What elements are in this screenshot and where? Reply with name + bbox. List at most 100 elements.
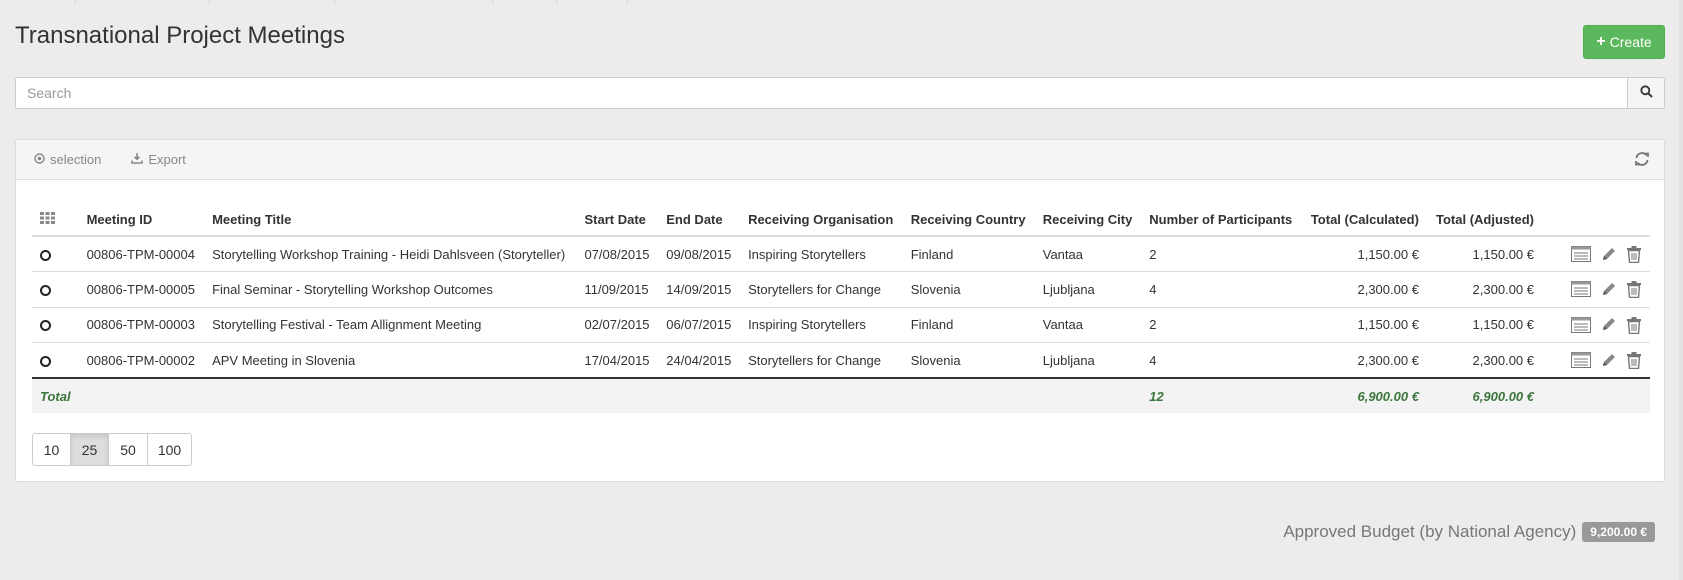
total-calculated: 6,900.00 € [1301, 378, 1427, 413]
row-actions [1542, 342, 1650, 379]
row-select-cell [32, 342, 79, 379]
cell-total-calculated: 1,150.00 € [1301, 307, 1427, 343]
total-label: Total [32, 378, 79, 413]
cell-receiving-organisation: Inspiring Storytellers [740, 307, 903, 343]
cell-receiving-city: Ljubljana [1034, 271, 1142, 308]
cell-total-adjusted: 2,300.00 € [1426, 342, 1542, 379]
approved-budget-badge: 9,200.00 € [1582, 522, 1655, 542]
cell-start-date: 07/08/2015 [576, 236, 659, 272]
table-row[interactable]: 00806-TPM-00002 APV Meeting in Slovenia 17… [32, 342, 1650, 379]
cell-receiving-organisation: Storytellers for Change [740, 271, 903, 308]
column-end-date[interactable]: End Date [658, 203, 741, 237]
table-row[interactable]: 00806-TPM-00003 Storytelling Festival - T… [32, 307, 1650, 343]
column-receiving-city[interactable]: Receiving City [1034, 203, 1142, 237]
search-input[interactable] [15, 77, 1627, 109]
column-total-adjusted[interactable]: Total (Adjusted) [1426, 203, 1542, 237]
cell-meeting-id: 00806-TPM-00003 [78, 307, 205, 343]
row-select-radio[interactable] [40, 355, 51, 367]
pencil-icon[interactable] [1600, 352, 1617, 369]
cell-end-date: 09/08/2015 [658, 236, 741, 272]
search-icon [1639, 85, 1653, 101]
row-select-radio[interactable] [40, 249, 51, 261]
cell-start-date: 02/07/2015 [576, 307, 659, 343]
table-row[interactable]: 00806-TPM-00004 Storytelling Workshop Tra… [32, 236, 1650, 272]
trash-icon[interactable] [1626, 245, 1642, 263]
search-button[interactable] [1627, 77, 1665, 109]
meetings-table: Meeting ID Meeting Title Start Date End … [32, 203, 1650, 413]
cell-participants: 2 [1141, 307, 1302, 343]
trash-icon[interactable] [1626, 280, 1642, 299]
cell-total-adjusted: 2,300.00 € [1426, 271, 1542, 308]
meetings-panel: selection Export Meeting ID Meeting Titl… [15, 139, 1665, 482]
table-header-row: Meeting ID Meeting Title Start Date End … [32, 203, 1650, 237]
page-size-25[interactable]: 25 [70, 433, 109, 466]
cell-receiving-city: Ljubljana [1034, 342, 1142, 379]
cell-end-date: 14/09/2015 [658, 271, 741, 308]
column-receiving-organisation[interactable]: Receiving Organisation [740, 203, 903, 237]
row-actions [1542, 236, 1650, 272]
page-size-selector: 10 25 50 100 [32, 433, 192, 466]
column-meeting-title[interactable]: Meeting Title [204, 203, 577, 237]
circle-dot-icon [34, 152, 45, 167]
page-size-10[interactable]: 10 [32, 433, 71, 466]
cell-meeting-title: Final Seminar - Storytelling Workshop Ou… [204, 271, 577, 308]
cell-meeting-title: Storytelling Workshop Training - Heidi D… [204, 236, 577, 272]
list-view-icon[interactable] [1571, 281, 1591, 298]
plus-icon: + [1596, 33, 1606, 50]
table-total-row: Total 12 6,900.00 € 6,900.00 € [32, 378, 1650, 413]
cell-participants: 2 [1141, 236, 1302, 272]
cell-total-adjusted: 1,150.00 € [1426, 236, 1542, 272]
cell-meeting-title: APV Meeting in Slovenia [204, 342, 577, 379]
trash-icon[interactable] [1626, 351, 1642, 369]
cell-total-calculated: 2,300.00 € [1301, 271, 1427, 308]
page-size-50[interactable]: 50 [108, 433, 148, 466]
row-select-cell [32, 236, 79, 272]
grid-icon [40, 211, 55, 227]
refresh-icon[interactable] [1634, 151, 1650, 170]
cell-receiving-country: Slovenia [902, 271, 1035, 308]
selection-button[interactable]: selection [34, 152, 101, 167]
row-select-radio[interactable] [40, 284, 51, 296]
pencil-icon[interactable] [1600, 316, 1617, 333]
page-scrollbar[interactable] [1679, 0, 1683, 580]
cell-receiving-country: Slovenia [902, 342, 1035, 379]
cell-receiving-country: Finland [902, 236, 1035, 272]
cell-receiving-city: Vantaa [1034, 236, 1142, 272]
cell-start-date: 17/04/2015 [576, 342, 659, 379]
row-actions [1542, 307, 1650, 343]
export-button[interactable]: Export [131, 152, 186, 167]
column-total-calculated[interactable]: Total (Calculated) [1301, 203, 1427, 237]
column-chooser[interactable] [32, 203, 79, 237]
cell-end-date: 24/04/2015 [658, 342, 741, 379]
cell-meeting-id: 00806-TPM-00002 [78, 342, 205, 379]
column-receiving-country[interactable]: Receiving Country [902, 203, 1035, 237]
trash-icon[interactable] [1626, 316, 1642, 334]
search-bar [15, 77, 1665, 109]
table-row[interactable]: 00806-TPM-00005 Final Seminar - Storytell… [32, 271, 1650, 308]
list-view-icon[interactable] [1571, 316, 1591, 333]
page-size-100[interactable]: 100 [147, 433, 192, 466]
row-select-radio[interactable] [40, 320, 51, 332]
list-view-icon[interactable] [1571, 352, 1591, 368]
cell-meeting-id: 00806-TPM-00004 [78, 236, 205, 272]
column-meeting-id[interactable]: Meeting ID [78, 203, 205, 237]
cell-total-calculated: 1,150.00 € [1301, 236, 1427, 272]
cell-total-calculated: 2,300.00 € [1301, 342, 1427, 379]
list-view-icon[interactable] [1571, 246, 1591, 262]
pencil-icon[interactable] [1600, 246, 1617, 263]
cell-start-date: 11/09/2015 [576, 271, 659, 308]
page-title: Transnational Project Meetings [15, 22, 345, 49]
cell-participants: 4 [1141, 271, 1302, 308]
export-label: Export [148, 152, 186, 167]
selection-label: selection [50, 152, 102, 167]
column-number-of-participants[interactable]: Number of Participants [1141, 203, 1302, 237]
cell-receiving-organisation: Inspiring Storytellers [740, 236, 903, 272]
column-start-date[interactable]: Start Date [576, 203, 659, 237]
column-actions [1542, 203, 1650, 237]
table-body: 00806-TPM-00004 Storytelling Workshop Tra… [32, 236, 1650, 379]
pencil-icon[interactable] [1600, 281, 1617, 298]
cell-receiving-country: Finland [902, 307, 1035, 343]
cell-participants: 4 [1141, 342, 1302, 379]
panel-toolbar: selection Export [16, 140, 1664, 180]
create-button[interactable]: + Create [1583, 25, 1665, 59]
